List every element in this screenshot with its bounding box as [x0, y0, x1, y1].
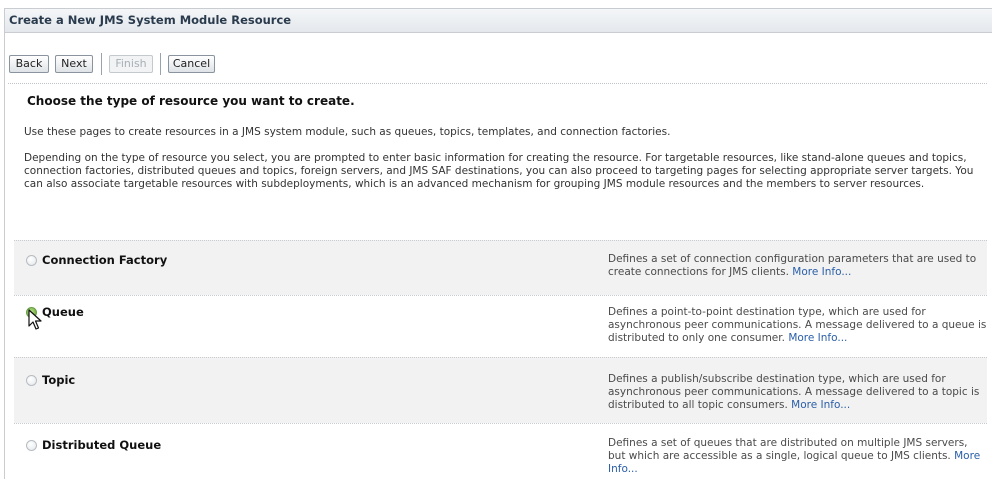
section-divider	[8, 83, 987, 84]
finish-button[interactable]: Finish	[109, 55, 153, 73]
wizard-toolbar: Back Next Finish Cancel	[5, 42, 992, 76]
section-heading: Choose the type of resource you want to …	[27, 94, 355, 108]
radio-connection-factory[interactable]	[26, 255, 37, 266]
cancel-button[interactable]: Cancel	[168, 55, 215, 73]
option-row-topic: Topic Defines a publish/subscribe destin…	[14, 357, 987, 423]
more-info-link[interactable]: More Info...	[788, 332, 847, 344]
option-label: Distributed Queue	[42, 438, 162, 452]
option-description: Defines a publish/subscribe destination …	[608, 373, 988, 412]
option-row-queue: Queue Defines a point-to-point destinati…	[14, 295, 987, 357]
radio-distributed-queue[interactable]	[26, 440, 37, 451]
option-label: Topic	[42, 373, 76, 387]
toolbar-separator	[160, 53, 161, 75]
more-info-link[interactable]: More Info...	[792, 266, 851, 278]
page-title: Create a New JMS System Module Resource	[5, 9, 992, 33]
option-description: Defines a set of queues that are distrib…	[608, 437, 988, 476]
option-row-distributed-queue: Distributed Queue Defines a set of queue…	[14, 423, 987, 479]
details-text: Depending on the type of resource you se…	[24, 152, 974, 190]
option-label: Queue	[42, 305, 84, 319]
option-row-connection-factory: Connection Factory Defines a set of conn…	[14, 240, 987, 295]
option-description: Defines a set of connection configuratio…	[608, 253, 988, 279]
mouse-pointer-icon	[28, 309, 42, 330]
option-description: Defines a point-to-point destination typ…	[608, 306, 988, 345]
description-text: Defines a set of queues that are distrib…	[608, 437, 968, 462]
option-label: Connection Factory	[42, 253, 168, 267]
intro-text: Use these pages to create resources in a…	[24, 126, 671, 138]
radio-topic[interactable]	[26, 375, 37, 386]
more-info-link[interactable]: More Info...	[791, 399, 850, 411]
toolbar-separator	[101, 53, 102, 75]
back-button[interactable]: Back	[9, 55, 49, 73]
next-button[interactable]: Next	[55, 55, 93, 73]
